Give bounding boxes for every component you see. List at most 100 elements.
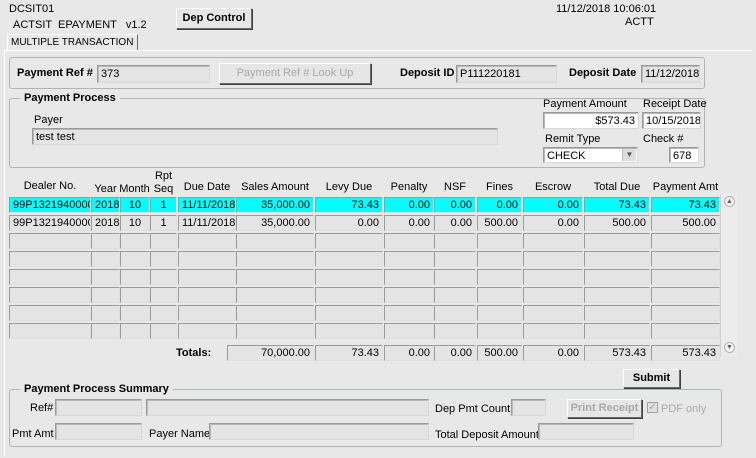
cell-fines[interactable] [477, 233, 522, 249]
cell-month[interactable] [120, 251, 150, 267]
cell-levy[interactable] [315, 233, 383, 249]
cell-rpt-seq[interactable] [150, 233, 177, 249]
cell-sales[interactable] [236, 269, 314, 285]
cell-year[interactable] [91, 287, 120, 303]
cell-total-due[interactable] [584, 251, 650, 267]
cell-levy[interactable] [315, 287, 383, 303]
cell-levy[interactable] [315, 305, 383, 321]
cell-escrow[interactable] [523, 305, 583, 321]
cell-nsf[interactable] [434, 251, 476, 267]
cell-nsf[interactable] [434, 323, 476, 339]
cell-sales[interactable] [236, 305, 314, 321]
cell-nsf[interactable] [434, 287, 476, 303]
cell-due-date[interactable] [178, 251, 236, 267]
check-number-field[interactable]: 678 [669, 147, 699, 163]
cell-payment-amt[interactable] [651, 305, 720, 321]
chevron-down-icon[interactable]: ▼ [622, 149, 636, 161]
cell-due-date[interactable]: 11/11/2018 [178, 197, 236, 213]
dep-control-button[interactable]: Dep Control [176, 8, 252, 29]
cell-due-date[interactable]: 11/11/2018 [178, 215, 236, 231]
cell-penalty[interactable]: 0.00 [384, 197, 434, 213]
summary-payer-field[interactable] [146, 399, 429, 416]
cell-month[interactable]: 10 [120, 215, 150, 231]
cell-rpt-seq[interactable] [150, 323, 177, 339]
cell-payment-amt[interactable] [651, 323, 720, 339]
cell-due-date[interactable] [178, 269, 236, 285]
cell-rpt-seq[interactable] [150, 251, 177, 267]
cell-sales[interactable] [236, 233, 314, 249]
cell-due-date[interactable] [178, 287, 236, 303]
cell-fines[interactable] [477, 269, 522, 285]
cell-total-due[interactable] [584, 287, 650, 303]
cell-nsf[interactable]: 0.00 [434, 197, 476, 213]
cell-penalty[interactable] [384, 287, 434, 303]
deposit-date-field[interactable]: 11/12/2018 [641, 65, 700, 83]
cell-year[interactable] [91, 251, 120, 267]
cell-levy[interactable] [315, 251, 383, 267]
cell-rpt-seq[interactable] [150, 287, 177, 303]
payment-ref-field[interactable]: 373 [97, 65, 210, 83]
cell-total-due[interactable]: 500.00 [584, 215, 650, 231]
cell-due-date[interactable] [178, 233, 236, 249]
payer-name-field[interactable] [209, 423, 429, 440]
cell-dealer[interactable] [9, 269, 91, 285]
cell-levy[interactable] [315, 323, 383, 339]
cell-year[interactable] [91, 233, 120, 249]
cell-month[interactable]: 10 [120, 197, 150, 213]
cell-year[interactable] [91, 305, 120, 321]
cell-dealer[interactable] [9, 287, 91, 303]
cell-dealer[interactable]: 99P1321940000 [9, 197, 91, 213]
cell-year[interactable] [91, 323, 120, 339]
cell-rpt-seq[interactable] [150, 305, 177, 321]
tab-multiple-transaction[interactable]: MULTIPLE TRANSACTION [7, 34, 138, 50]
payer-field[interactable]: test test [32, 128, 498, 145]
cell-escrow[interactable]: 0.00 [523, 197, 583, 213]
cell-dealer[interactable] [9, 323, 91, 339]
cell-fines[interactable] [477, 287, 522, 303]
cell-due-date[interactable] [178, 323, 236, 339]
cell-total-due[interactable]: 73.43 [584, 197, 650, 213]
cell-escrow[interactable] [523, 233, 583, 249]
cell-payment-amt[interactable] [651, 251, 720, 267]
cell-sales[interactable] [236, 251, 314, 267]
cell-month[interactable] [120, 287, 150, 303]
cell-year[interactable] [91, 269, 120, 285]
cell-month[interactable] [120, 269, 150, 285]
ref-field[interactable] [55, 399, 142, 416]
cell-total-due[interactable] [584, 305, 650, 321]
cell-escrow[interactable]: 0.00 [523, 215, 583, 231]
cell-escrow[interactable] [523, 269, 583, 285]
pmt-amt-field[interactable] [55, 423, 142, 440]
cell-payment-amt[interactable]: 500.00 [651, 215, 720, 231]
cell-fines[interactable]: 0.00 [477, 197, 522, 213]
cell-year[interactable]: 2018 [91, 197, 120, 213]
pdf-only-checkbox[interactable]: ✓ [647, 402, 658, 413]
cell-sales[interactable]: 35,000.00 [236, 197, 314, 213]
cell-sales[interactable] [236, 323, 314, 339]
cell-nsf[interactable] [434, 269, 476, 285]
cell-month[interactable] [120, 233, 150, 249]
grid-scrollbar[interactable]: ▲ ▼ [720, 194, 737, 356]
cell-dealer[interactable] [9, 233, 91, 249]
cell-total-due[interactable] [584, 269, 650, 285]
receipt-date-field[interactable]: 10/15/2018 [642, 112, 701, 129]
cell-escrow[interactable] [523, 323, 583, 339]
cell-due-date[interactable] [178, 305, 236, 321]
cell-penalty[interactable]: 0.00 [384, 215, 434, 231]
submit-button[interactable]: Submit [623, 369, 680, 388]
cell-penalty[interactable] [384, 251, 434, 267]
scroll-up-icon[interactable]: ▲ [724, 196, 735, 207]
cell-nsf[interactable] [434, 305, 476, 321]
cell-month[interactable] [120, 323, 150, 339]
deposit-id-field[interactable]: P111220181 [456, 65, 557, 83]
cell-levy[interactable] [315, 269, 383, 285]
cell-levy[interactable]: 73.43 [315, 197, 383, 213]
remit-type-select[interactable]: CHECK ▼ [543, 147, 638, 163]
cell-dealer[interactable] [9, 251, 91, 267]
cell-fines[interactable] [477, 305, 522, 321]
cell-payment-amt[interactable] [651, 287, 720, 303]
cell-dealer[interactable] [9, 305, 91, 321]
cell-sales[interactable] [236, 287, 314, 303]
cell-fines[interactable] [477, 251, 522, 267]
cell-levy[interactable]: 0.00 [315, 215, 383, 231]
